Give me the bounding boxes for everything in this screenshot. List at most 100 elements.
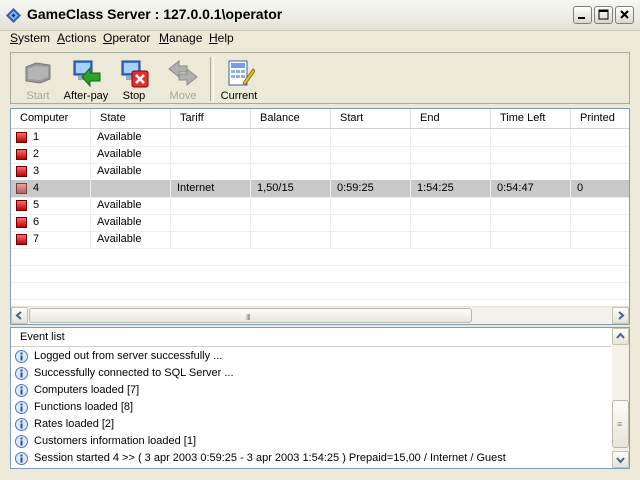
computer-cell: 7 (11, 231, 91, 248)
table-row[interactable]: 3 Available (11, 163, 629, 181)
table-row[interactable]: 1 Available (11, 129, 629, 147)
table-row[interactable]: 6 Available (11, 214, 629, 232)
menu-manage[interactable]: Manage (157, 31, 204, 45)
computer-cell: 3 (11, 163, 91, 180)
computer-status-icon (16, 200, 27, 211)
event-scroll-thumb[interactable]: ≡ (612, 400, 629, 448)
close-button[interactable] (615, 6, 634, 24)
start-cell (331, 146, 411, 163)
grid-scroll-thumb[interactable]: III (29, 308, 472, 323)
table-row[interactable]: 2 Available (11, 146, 629, 164)
app-window: GameClass Server : 127.0.0.1\operator Sy… (0, 0, 640, 480)
table-row[interactable]: 4 Internet 1,50/15 0:59:25 1:54:25 0:54:47 0 (11, 180, 629, 198)
menu-actions-label: ctions (65, 31, 97, 45)
title-bar[interactable]: GameClass Server : 127.0.0.1\operator (0, 0, 640, 31)
printed-cell (571, 231, 629, 248)
minimize-button[interactable] (573, 6, 592, 24)
info-icon (15, 452, 28, 465)
col-printed[interactable]: Printed (571, 109, 629, 128)
balance-cell (251, 214, 331, 231)
start-cell (331, 197, 411, 214)
empty-row (11, 248, 629, 266)
tariff-cell (171, 163, 251, 180)
col-tariff[interactable]: Tariff (171, 109, 251, 128)
scroll-left-button[interactable] (11, 307, 28, 324)
end-cell (411, 129, 491, 146)
maximize-button[interactable] (594, 6, 613, 24)
printed-cell (571, 197, 629, 214)
event-list: Event list Logged out from server succes… (10, 327, 630, 469)
event-text: Rates loaded [2] (34, 418, 115, 430)
menu-manage-label: anage (169, 31, 203, 45)
move-label: Move (169, 90, 197, 102)
col-end[interactable]: End (411, 109, 491, 128)
computer-status-icon (16, 234, 27, 245)
window-title: GameClass Server : 127.0.0.1\operator (27, 6, 283, 22)
menu-system-accel: S (10, 31, 19, 45)
computer-status-icon (16, 166, 27, 177)
current-label: Current (220, 90, 258, 102)
start-cell (331, 163, 411, 180)
afterpay-button[interactable]: After-pay (59, 55, 113, 103)
empty-row (11, 265, 629, 283)
table-row[interactable]: 7 Available (11, 231, 629, 249)
current-icon (228, 60, 255, 86)
col-computer[interactable]: Computer (11, 109, 91, 128)
menu-operator[interactable]: Operator (101, 31, 152, 45)
event-list-header[interactable]: Event list (11, 328, 611, 347)
end-cell (411, 163, 491, 180)
scroll-down-button[interactable] (612, 451, 629, 468)
start-cell (331, 231, 411, 248)
scroll-grip: ≡ (617, 419, 622, 429)
arrow-down-icon (616, 457, 625, 464)
table-row[interactable]: 5 Available (11, 197, 629, 215)
menu-manage-accel: M (159, 31, 169, 45)
info-icon (15, 367, 28, 380)
start-label: Start (26, 90, 50, 102)
state-cell: Available (91, 146, 171, 163)
status-bar (0, 470, 640, 480)
col-balance[interactable]: Balance (251, 109, 331, 128)
col-state[interactable]: State (91, 109, 171, 128)
tariff-cell: Internet (171, 180, 251, 197)
event-vertical-scrollbar[interactable]: ≡ (612, 328, 629, 468)
afterpay-label: After-pay (63, 90, 109, 102)
balance-cell (251, 231, 331, 248)
current-button[interactable]: Current (212, 55, 266, 103)
info-icon (15, 350, 28, 363)
computer-number: 1 (33, 131, 40, 143)
grid-horizontal-scrollbar[interactable]: III (11, 306, 629, 324)
balance-cell: 1,50/15 (251, 180, 331, 197)
time-left-cell (491, 214, 571, 231)
stop-button[interactable]: Stop (107, 55, 161, 103)
menu-system[interactable]: System (8, 31, 52, 45)
tariff-cell (171, 146, 251, 163)
menu-help-accel: H (209, 31, 218, 45)
computer-number: 3 (33, 165, 40, 177)
state-cell: Available (91, 231, 171, 248)
toolbar: Start After-pay Stop Move Current (10, 52, 630, 104)
end-cell (411, 214, 491, 231)
menu-help[interactable]: Help (207, 31, 236, 45)
scroll-right-button[interactable] (612, 307, 629, 324)
menu-actions[interactable]: Actions (55, 31, 98, 45)
start-button[interactable]: Start (11, 55, 65, 103)
app-logo-icon (6, 8, 21, 23)
computer-status-icon (16, 183, 27, 194)
event-text: Logged out from server successfully ... (34, 350, 223, 362)
event-text: Computers loaded [7] (34, 384, 140, 396)
col-start[interactable]: Start (331, 109, 411, 128)
move-button[interactable]: Move (156, 55, 210, 103)
state-cell: Available (91, 129, 171, 146)
info-icon (15, 435, 28, 448)
start-cell: 0:59:25 (331, 180, 411, 197)
col-time-left[interactable]: Time Left (491, 109, 571, 128)
computer-cell: 2 (11, 146, 91, 163)
scroll-up-button[interactable] (612, 328, 629, 345)
menu-actions-accel: A (57, 31, 66, 45)
scroll-grip: III (246, 313, 251, 322)
computer-number: 6 (33, 216, 40, 228)
end-cell: 1:54:25 (411, 180, 491, 197)
time-left-cell: 0:54:47 (491, 180, 571, 197)
move-icon (168, 59, 198, 87)
